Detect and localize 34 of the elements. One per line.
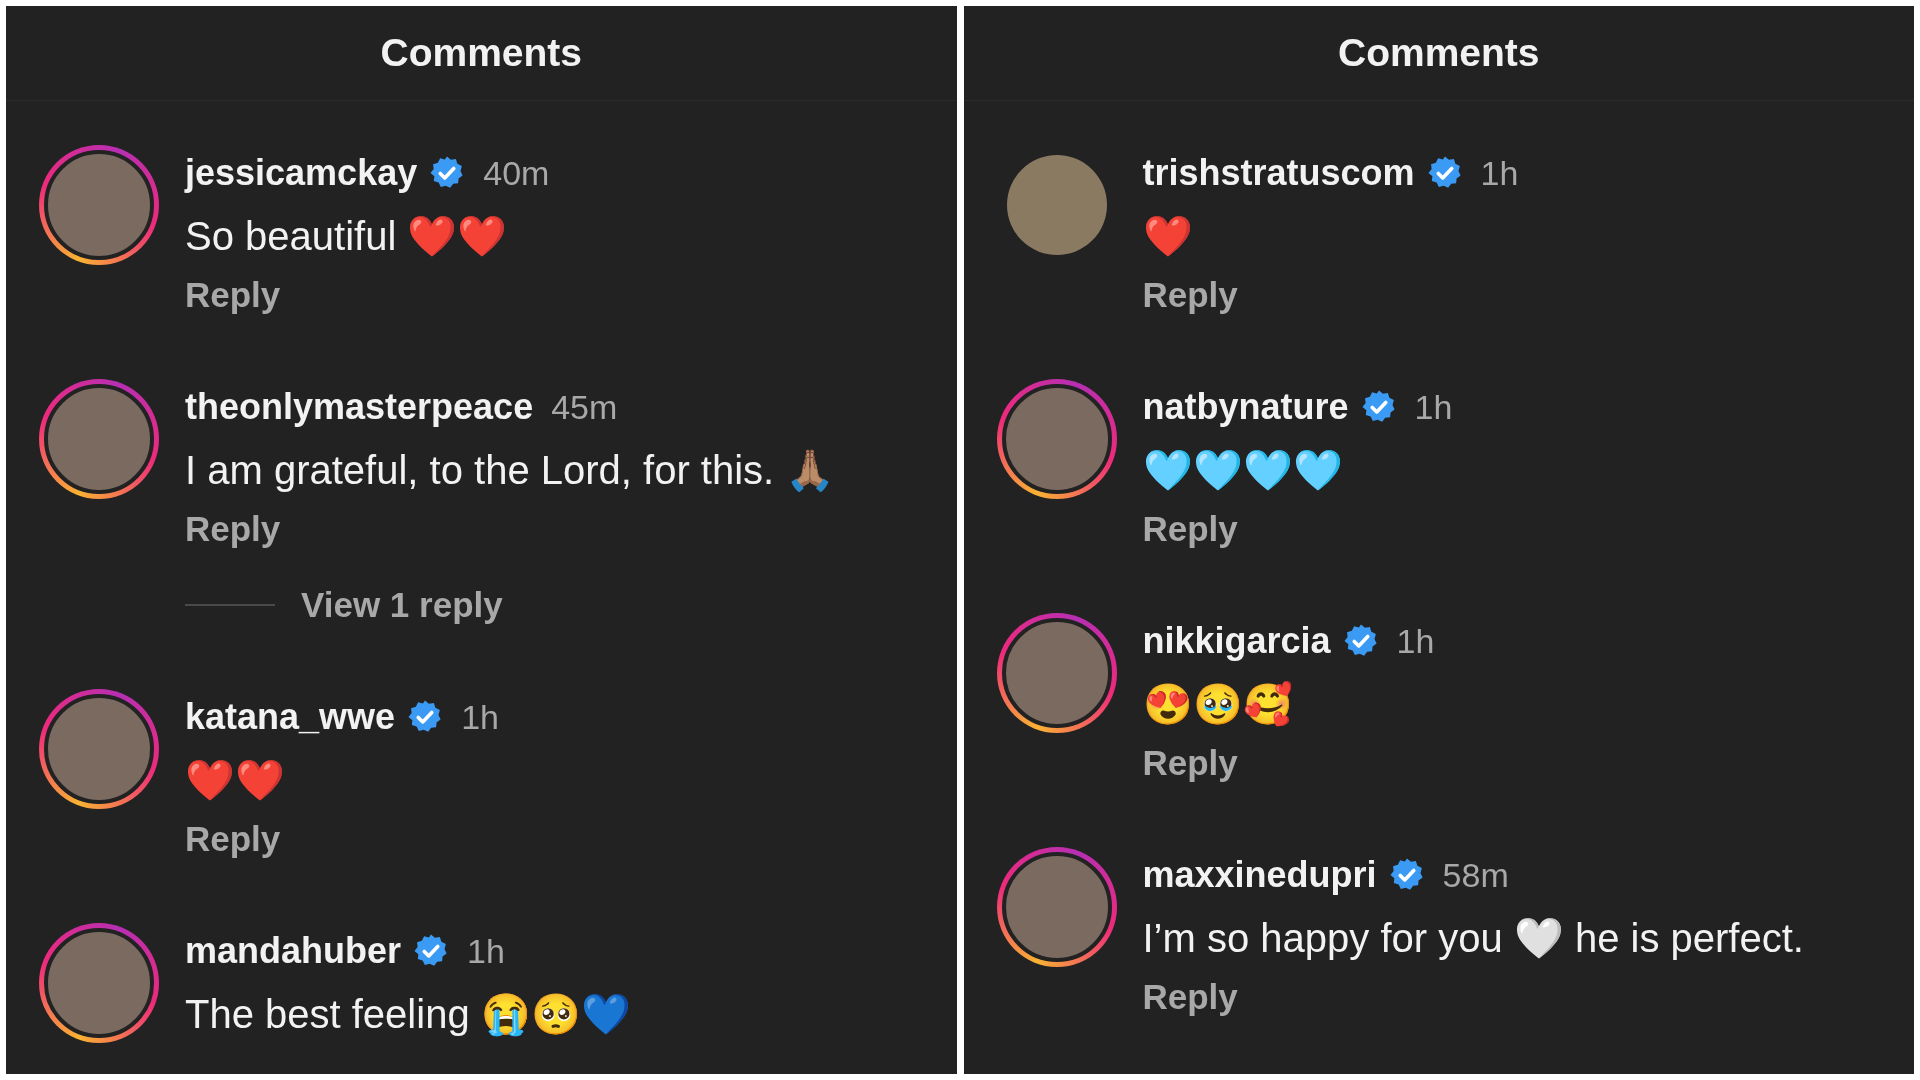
reply-link[interactable]: Reply: [1142, 743, 1238, 783]
reply-link[interactable]: Reply: [185, 819, 281, 859]
view-replies-link[interactable]: View 1 reply: [301, 585, 503, 625]
comment-text: 😍🥹🥰: [1142, 680, 1293, 729]
comment-text: 🩵🩵🩵🩵: [1142, 447, 1343, 494]
reply-link[interactable]: Reply: [185, 275, 281, 315]
comment-time: 1h: [1414, 387, 1453, 427]
comment-time: 1h: [461, 697, 499, 737]
reply-link[interactable]: Reply: [1142, 977, 1238, 1017]
comment-text: I’m so happy for you 🤍 he is perfect.: [1142, 915, 1804, 962]
comment-time: 1h: [1480, 153, 1519, 193]
username[interactable]: jessicamckay: [185, 152, 418, 194]
comment-text: So beautiful ❤❤: [185, 213, 508, 260]
panel-title: Comments: [380, 31, 582, 75]
comment-text: I am grateful, to the Lord, for this. 🙏🏽: [185, 447, 836, 494]
comment-time: 1h: [467, 931, 505, 971]
username[interactable]: maxxinedupri: [1142, 854, 1377, 896]
comment-time: 45m: [551, 387, 618, 427]
comment-text: The best feeling 😭🥺💙: [185, 991, 631, 1039]
comment-time: 40m: [483, 153, 550, 193]
comment-time: 58m: [1442, 855, 1509, 895]
comment-text: ❤: [1142, 213, 1193, 260]
username[interactable]: trishstratuscom: [1142, 152, 1415, 194]
username[interactable]: mandahuber: [185, 930, 402, 972]
username[interactable]: katana_wwe: [185, 696, 396, 738]
reply-link[interactable]: Reply: [185, 509, 281, 549]
panel-title: Comments: [1337, 31, 1540, 75]
reply-link[interactable]: Reply: [1142, 275, 1238, 315]
comment-time: 1h: [1396, 621, 1435, 661]
username[interactable]: theonlymasterpeace: [185, 386, 534, 428]
username[interactable]: nikkigarcia: [1142, 620, 1331, 662]
username[interactable]: natbynature: [1142, 386, 1349, 428]
comment-text: ❤❤: [185, 757, 285, 804]
reply-link[interactable]: Reply: [1142, 509, 1238, 549]
